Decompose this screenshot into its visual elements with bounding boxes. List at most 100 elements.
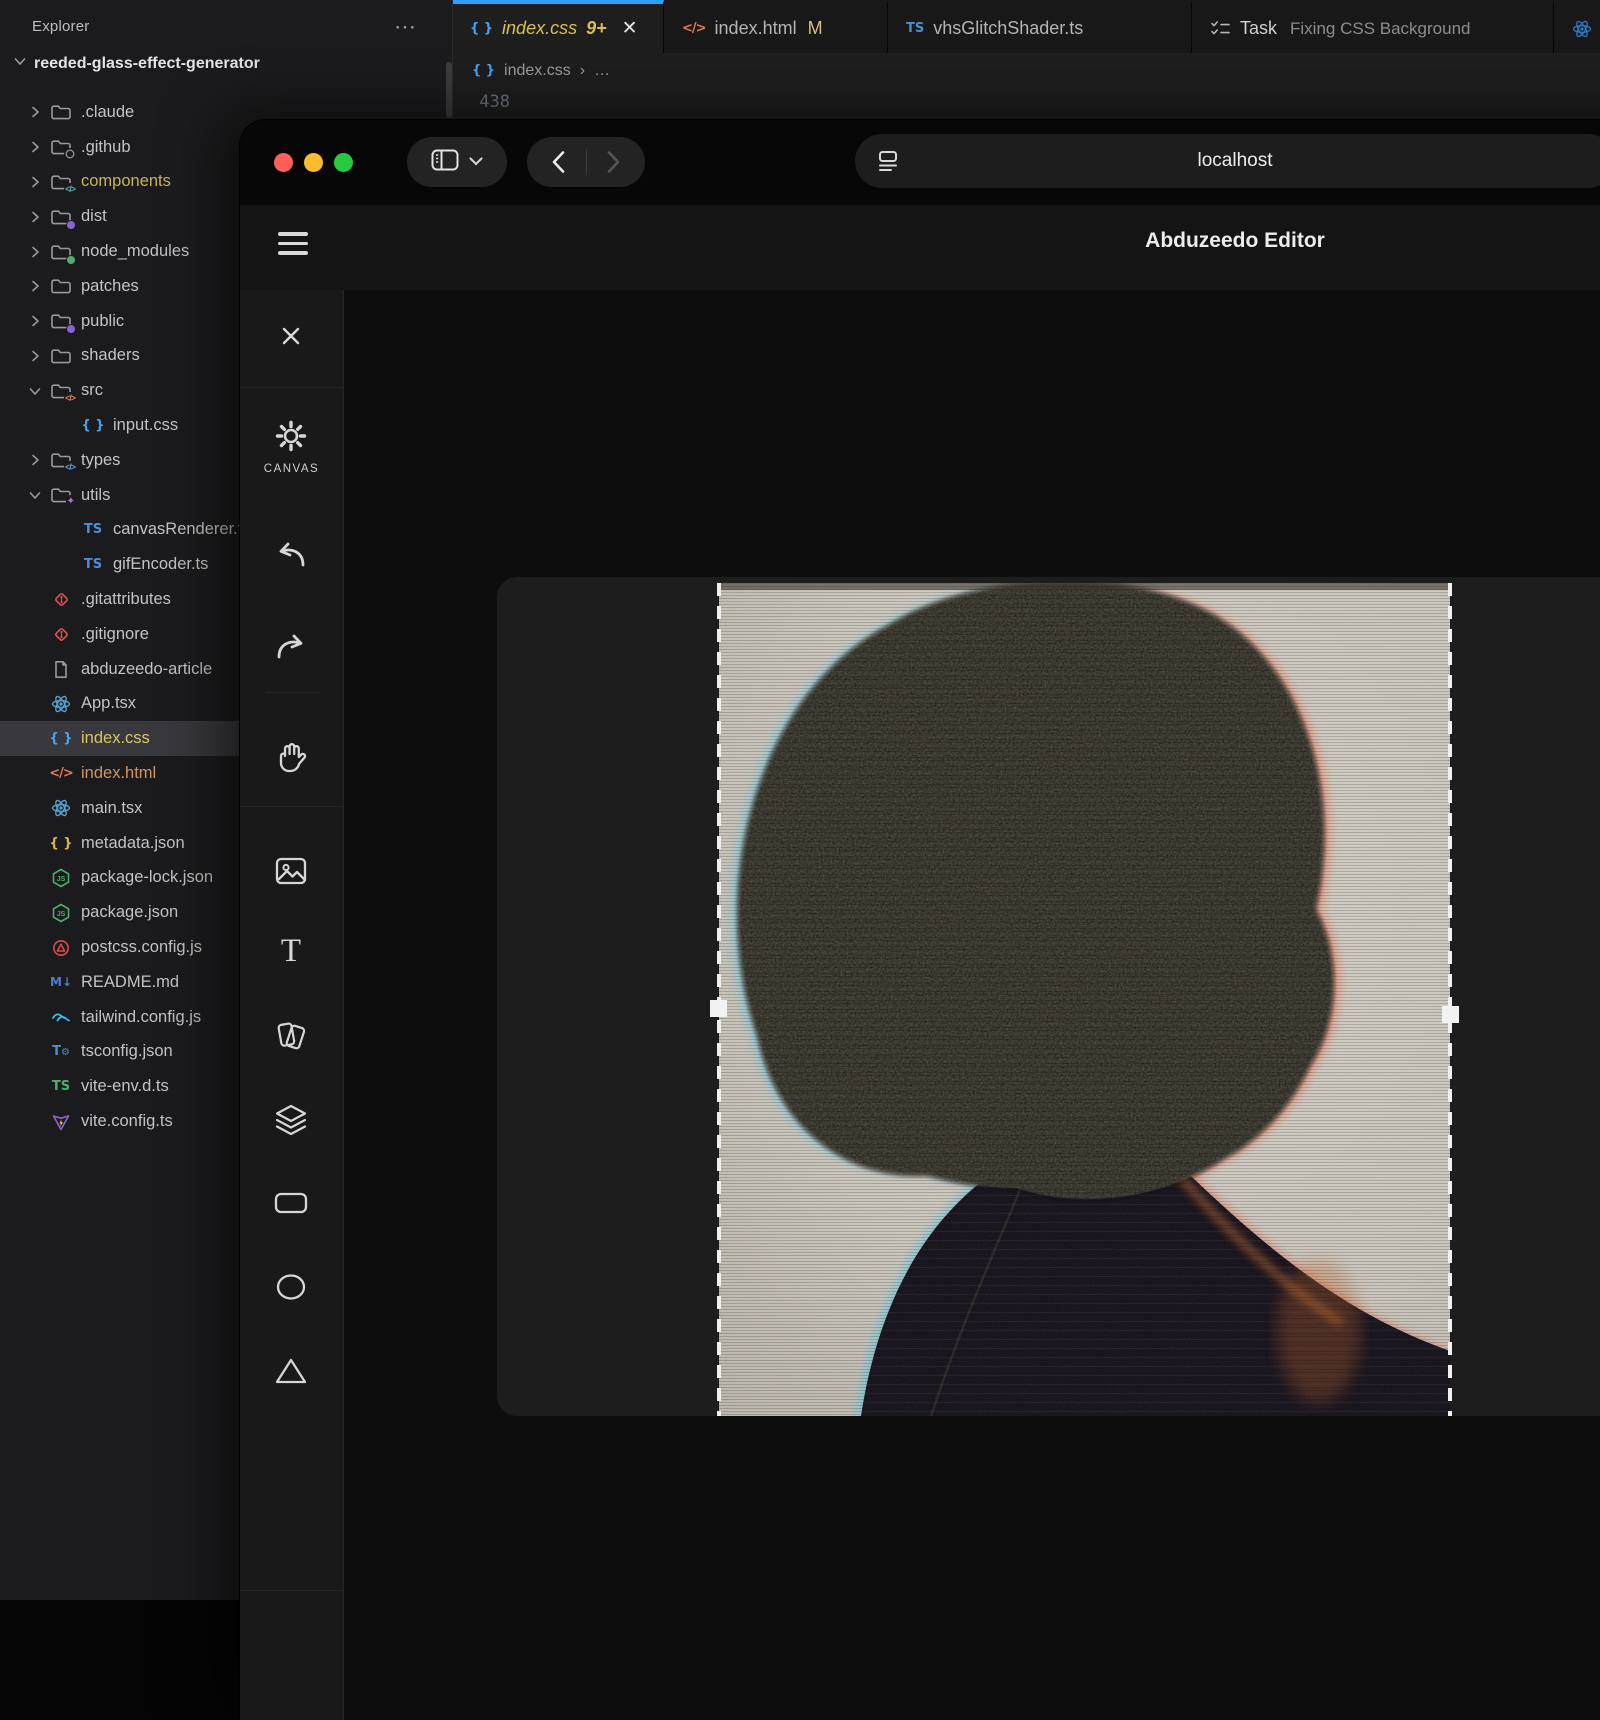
ellipse-icon [275, 1273, 307, 1301]
canvas-settings-button[interactable] [263, 408, 319, 464]
ts-icon: TS [80, 558, 106, 571]
folder-icon [48, 277, 74, 295]
shape-triangle-button[interactable] [263, 1343, 319, 1399]
file-icon [48, 660, 74, 679]
resize-handle-right[interactable] [1442, 1006, 1459, 1023]
tab-index-html[interactable]: </>index.htmlM [664, 0, 888, 53]
close-icon [278, 323, 304, 349]
tree-item-label: shaders [81, 346, 140, 365]
braces-icon: { } [48, 732, 74, 745]
postcss-icon [48, 939, 74, 957]
tab-vhsglitchshader-ts[interactable]: TSvhsGlitchShader.ts [888, 0, 1192, 53]
hand-button[interactable] [263, 730, 319, 786]
resize-handle-left[interactable] [710, 1000, 727, 1017]
chevron-down-icon [26, 487, 44, 503]
traffic-lights [274, 153, 353, 172]
undo-icon [273, 539, 309, 569]
rectangle-icon [274, 1191, 308, 1215]
toolbar-divider [266, 692, 320, 693]
tree-item-label: App.tsx [81, 694, 136, 713]
code-line: 438 [452, 88, 1600, 115]
folder-icon: </> [48, 382, 74, 400]
markdown-icon: M↓ [48, 976, 74, 988]
tree-item-label: public [81, 312, 124, 331]
url-bar[interactable]: localhost [855, 134, 1600, 188]
chevron-right-icon [26, 174, 44, 190]
tab-extra[interactable] [1554, 0, 1600, 53]
folder-icon [48, 243, 74, 261]
svg-text:JS: JS [57, 876, 66, 883]
tree-item-label: postcss.config.js [81, 938, 202, 957]
close-button[interactable] [263, 308, 319, 364]
forward-button[interactable] [587, 151, 641, 173]
zoom-window-button[interactable] [334, 153, 353, 172]
ts-gear-icon: T⚙ [48, 1045, 74, 1058]
tree-item-label: tsconfig.json [81, 1042, 173, 1061]
swatches-button[interactable] [263, 1007, 319, 1063]
redo-button[interactable] [263, 618, 319, 674]
tree-item-label: types [81, 451, 120, 470]
tree-item-label: input.css [113, 416, 178, 435]
tab-label: index.css [502, 18, 577, 39]
npm-icon: JS [48, 903, 74, 923]
tree-item-label: package-lock.json [81, 868, 213, 887]
canvas-settings-label: CANVAS [240, 463, 343, 475]
tab-modified-indicator: M [808, 18, 823, 39]
breadcrumb-more[interactable]: … [594, 62, 610, 80]
minimize-window-button[interactable] [304, 153, 323, 172]
more-actions-icon[interactable]: ⋯ [394, 22, 416, 32]
tree-item-label: vite.config.ts [81, 1112, 173, 1131]
tree-item-label: patches [81, 277, 139, 296]
tab-index-css[interactable]: { }index.css9+✕ [452, 0, 664, 53]
browser-sidebar-toggle[interactable] [407, 137, 507, 187]
tree-item-label: index.html [81, 764, 156, 783]
insert-image-button[interactable] [263, 843, 319, 899]
redo-icon [273, 631, 309, 661]
close-window-button[interactable] [274, 153, 293, 172]
explorer-title: Explorer [32, 18, 89, 35]
undo-button[interactable] [263, 526, 319, 582]
chevron-right-icon [26, 278, 44, 294]
canvas-area[interactable] [497, 577, 1600, 1416]
tree-item-label: canvasRenderer.ts [113, 520, 251, 539]
tab-label: index.html [715, 18, 797, 39]
tree-item-label: dist [81, 207, 107, 226]
breadcrumb-file[interactable]: index.css [504, 62, 571, 80]
url-text[interactable]: localhost [855, 150, 1600, 172]
braces-icon: { } [80, 419, 106, 432]
text-button[interactable]: T [263, 923, 319, 979]
back-button[interactable] [532, 151, 586, 173]
git-icon [48, 625, 74, 644]
shape-rectangle-button[interactable] [263, 1175, 319, 1231]
layers-icon [274, 1103, 308, 1135]
tree-item-label: components [81, 172, 171, 191]
tree-item-label: utils [81, 486, 110, 505]
react-icon [48, 798, 74, 818]
breadcrumb[interactable]: { } index.css › … [452, 53, 1600, 88]
shape-ellipse-button[interactable] [263, 1259, 319, 1315]
folder-icon [48, 138, 74, 156]
app-main: CANVAS T [240, 290, 1600, 1720]
selected-image-layer[interactable] [719, 583, 1450, 1416]
tree-item-label: vite-env.d.ts [81, 1077, 169, 1096]
reader-icon[interactable] [875, 148, 901, 179]
sidebar-scrollbar[interactable] [446, 62, 452, 118]
tab-task[interactable]: TaskFixing CSS Background [1192, 0, 1554, 53]
layers-button[interactable] [263, 1091, 319, 1147]
chevron-right-icon [26, 313, 44, 329]
chevron-right-icon [26, 104, 44, 120]
close-tab-icon[interactable]: ✕ [622, 17, 638, 40]
tree-item-label: .claude [81, 103, 134, 122]
npm-icon: JS [48, 868, 74, 888]
chevron-right-icon [26, 209, 44, 225]
folder-icon [48, 347, 74, 365]
code-editor[interactable]: 438 439 /* Status Indicators */ [452, 88, 1600, 121]
tab-label: Task [1240, 18, 1277, 39]
app-title: Abduzeedo Editor [240, 229, 1600, 253]
chevron-down-icon [26, 383, 44, 399]
tab-dirty-badge: 9+ [586, 18, 607, 39]
editor-area: { }index.css9+✕</>index.htmlMTSvhsGlitch… [452, 0, 1600, 140]
tree-root[interactable]: reeded-glass-effect-generator [0, 45, 452, 80]
react-icon [48, 694, 74, 714]
chevron-down-icon [12, 53, 28, 74]
